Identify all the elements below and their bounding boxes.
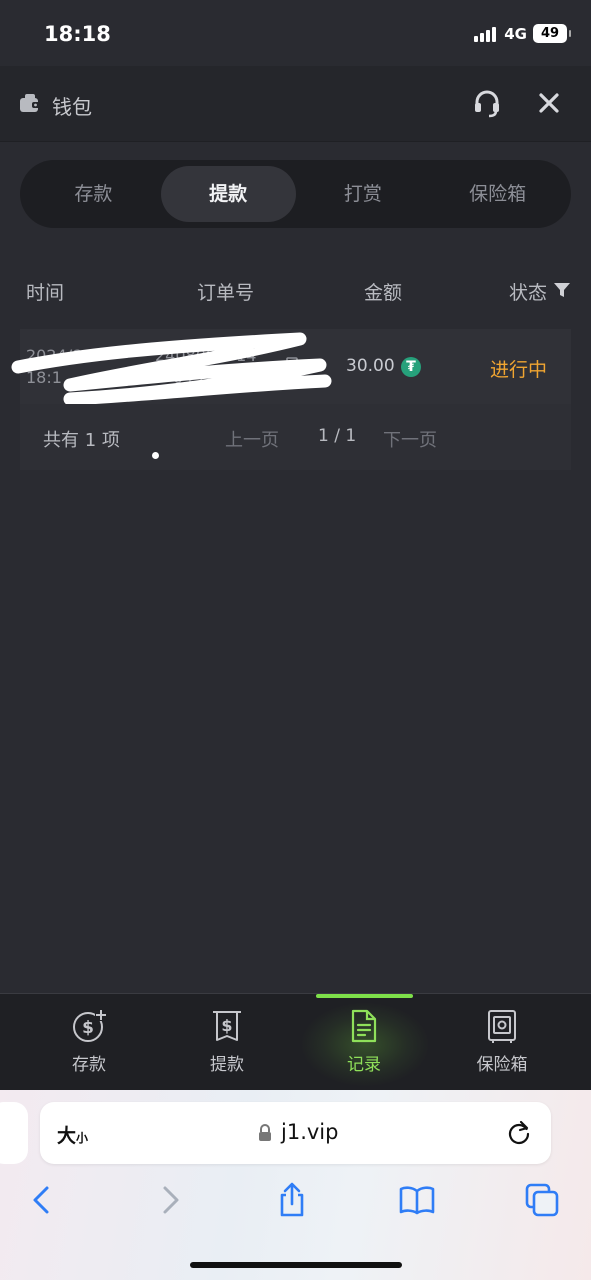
active-nav-indicator [316,994,413,998]
status-indicators: 4G 49 [474,24,571,43]
column-status: 状态 [509,282,548,304]
tab-tip[interactable]: 打赏 [296,166,431,222]
column-time: 时间 [26,282,65,304]
prev-page-button[interactable]: 上一页 [225,426,279,452]
address-bar[interactable]: 大小 j1.vip [40,1102,551,1164]
text-size-button[interactable]: 大小 [57,1121,88,1148]
status-bar: 18:18 4G 49 [0,0,591,66]
headset-icon[interactable] [472,88,502,118]
reload-icon[interactable] [506,1120,532,1146]
dollar-plus-icon: $ [73,1009,107,1042]
back-icon[interactable] [24,1182,60,1218]
withdraw-dollar-icon: $ [213,1011,241,1041]
page-title: 钱包 [52,95,92,119]
browser-toolbar: 大小 j1.vip [0,1090,591,1280]
document-icon [351,1009,377,1043]
svg-text:$: $ [82,1018,94,1038]
row-order-number: 240809 14 0459 [155,346,257,387]
nav-records[interactable]: 记录 [314,1008,414,1075]
row-time: 2024/8/9 18:1 [26,346,98,387]
nav-deposit[interactable]: $ 存款 [39,1008,139,1075]
bottom-nav: $ 存款 $ 提款 记录 保险箱 [0,993,591,1090]
pagination: 共有 1 项 上一页 1 / 1 下一页 [20,404,571,470]
tab-deposit[interactable]: 存款 [26,166,161,222]
close-icon[interactable] [536,90,562,116]
wallet-icon [20,94,40,112]
lock-icon [259,1124,271,1141]
status-time: 18:18 [44,22,111,46]
tab-safe[interactable]: 保险箱 [430,166,565,222]
home-indicator [190,1262,402,1268]
safe-icon [488,1010,516,1043]
page-indicator: 1 / 1 [318,426,357,446]
share-icon[interactable] [274,1182,310,1218]
tabs-icon[interactable] [524,1182,560,1218]
column-amount: 金额 [364,282,403,304]
total-count: 共有 1 项 [43,430,120,451]
signal-icon [474,26,497,42]
next-page-button[interactable]: 下一页 [383,426,437,452]
wallet-header: 钱包 [0,66,591,142]
network-type: 4G [504,24,527,43]
row-amount: 30.00 [346,356,395,376]
table-header: 时间 订单号 金额 状态 [0,270,591,310]
filter-icon[interactable] [553,281,571,299]
table-row[interactable]: 2024/8/9 18:1 240809 14 0459 30.00 ₮ 进行中 [20,329,571,404]
bookmarks-icon[interactable] [399,1182,435,1218]
tab-withdraw[interactable]: 提款 [160,166,296,222]
status-badge: 进行中 [490,359,548,381]
wallet-tabs: 存款 提款 打赏 保险箱 [20,160,571,228]
nav-withdraw[interactable]: $ 提款 [177,1008,277,1075]
previous-tab-edge[interactable] [0,1102,28,1164]
battery-icon: 49 [533,24,571,43]
nav-safe[interactable]: 保险箱 [452,1008,552,1075]
copy-icon[interactable] [286,357,302,375]
column-order-number: 订单号 [197,282,255,304]
svg-text:$: $ [221,1016,232,1035]
forward-icon[interactable] [152,1182,188,1218]
usdt-icon: ₮ [401,357,421,377]
touch-dot [152,452,159,459]
url-text: j1.vip [281,1120,339,1144]
